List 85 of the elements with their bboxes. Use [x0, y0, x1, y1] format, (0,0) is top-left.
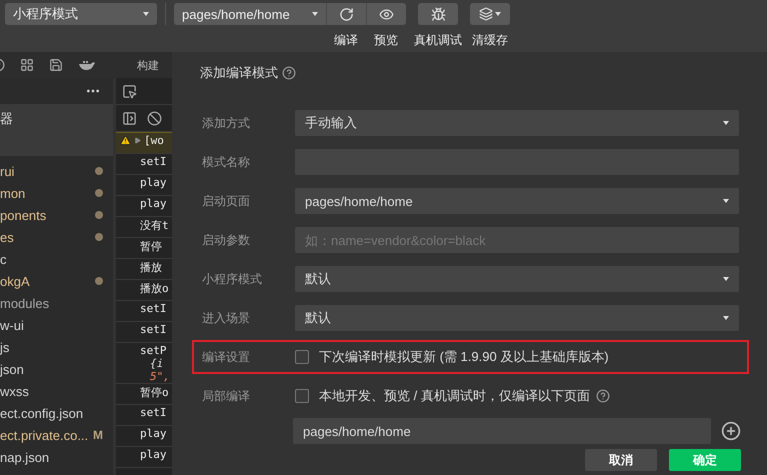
bug-icon — [430, 6, 446, 22]
console-text: setI — [140, 323, 168, 336]
folder-root[interactable]: 器 — [0, 104, 113, 156]
eye-icon — [379, 6, 394, 22]
debug-button[interactable] — [418, 3, 458, 25]
grid-icon[interactable] — [20, 58, 34, 72]
sidebar-icon[interactable] — [122, 110, 137, 126]
file-item[interactable]: modules — [0, 292, 113, 314]
console-text: 暂停 — [140, 239, 163, 254]
tool-label: 真机调试 — [414, 32, 462, 49]
file-item[interactable]: okgA — [0, 270, 113, 292]
tool-label: 预览 — [374, 32, 398, 49]
tool-label: 编译 — [334, 32, 358, 49]
console-text: play — [140, 427, 168, 440]
dialog-title: 添加编译模式 — [200, 64, 278, 82]
checkbox-label: 下次编译时模拟更新 (需 1.9.90 及以上基础库版本) — [319, 348, 609, 366]
warning-icon — [120, 135, 131, 146]
save-icon[interactable] — [49, 58, 63, 72]
caret-icon — [723, 121, 729, 125]
file-item[interactable]: mon — [0, 182, 113, 204]
expand-icon — [134, 137, 141, 144]
file-item[interactable]: es — [0, 226, 113, 248]
cancel-button[interactable]: 取消 — [585, 449, 657, 471]
console-text: setI — [140, 155, 168, 168]
inspect-icon[interactable] — [122, 84, 137, 98]
console-text: setI — [140, 406, 168, 419]
checkbox-label: 本地开发、预览 / 真机调试时，仅编译以下页面 — [319, 387, 590, 405]
console-value: 5", — [149, 370, 171, 383]
file-item[interactable]: ect.config.json — [0, 402, 113, 424]
clear-icon[interactable] — [147, 110, 162, 126]
field-label: 编译设置 — [202, 348, 251, 366]
checkbox[interactable] — [295, 350, 309, 364]
preview-button[interactable] — [366, 3, 406, 25]
file-item[interactable]: nap.json — [0, 446, 113, 468]
help-icon[interactable] — [282, 66, 296, 80]
refresh-icon — [339, 6, 354, 22]
mode-select[interactable]: 小程序模式 — [5, 3, 157, 25]
field-label: 小程序模式 — [202, 270, 263, 288]
caret-icon — [723, 277, 729, 281]
layers-icon — [479, 7, 493, 21]
build-label[interactable]: 构建 — [137, 58, 159, 72]
file-item[interactable]: wxss — [0, 380, 113, 402]
file-item[interactable]: ponents — [0, 204, 113, 226]
file-item[interactable]: w-ui — [0, 314, 113, 336]
file-item[interactable]: json — [0, 358, 113, 380]
whale-icon — [78, 59, 96, 71]
caret-icon — [495, 12, 501, 16]
page-path-field[interactable]: pages/home/home — [293, 418, 711, 444]
file-item[interactable]: js — [0, 336, 113, 358]
caret-icon — [723, 316, 729, 320]
select-field[interactable]: 手动输入 — [295, 110, 739, 136]
compile-button[interactable] — [326, 3, 366, 25]
file-item[interactable]: ect.private.co... M — [0, 424, 113, 446]
field-label: 局部编译 — [202, 388, 251, 404]
console-text: 播放o — [140, 281, 170, 296]
console-object: {i — [149, 357, 164, 370]
console-text: setI — [140, 302, 168, 315]
add-icon[interactable] — [721, 421, 741, 441]
console-text: play — [140, 448, 168, 461]
console-text: 播放 — [140, 260, 163, 275]
console-text: play — [140, 176, 168, 189]
console-text: play — [140, 197, 168, 210]
modified-label: M — [93, 428, 103, 442]
tool-label: 清缓存 — [472, 32, 508, 49]
select-field[interactable]: pages/home/home — [295, 188, 739, 214]
field-label: 添加方式 — [202, 114, 251, 132]
select-field[interactable]: 默认 — [295, 266, 739, 292]
field-label: 进入场景 — [202, 310, 251, 326]
caret-icon — [312, 12, 318, 16]
field-label: 模式名称 — [202, 154, 251, 170]
select-field[interactable]: 默认 — [295, 305, 739, 331]
file-item[interactable]: rui — [0, 160, 113, 182]
console-text: 没有t — [140, 218, 170, 233]
caret-icon — [143, 12, 149, 16]
console-text: [wo — [144, 134, 164, 147]
page-select[interactable]: pages/home/home — [174, 3, 326, 25]
field-label: 启动页面 — [202, 192, 251, 210]
caret-icon — [723, 199, 729, 203]
console-text: 暂停o — [140, 385, 170, 400]
file-item[interactable]: c — [0, 248, 113, 270]
console-text: setP — [140, 344, 168, 357]
help-icon[interactable] — [596, 389, 610, 403]
field-label: 启动参数 — [202, 232, 251, 248]
cache-button[interactable] — [470, 3, 510, 25]
checkbox[interactable] — [295, 389, 309, 403]
